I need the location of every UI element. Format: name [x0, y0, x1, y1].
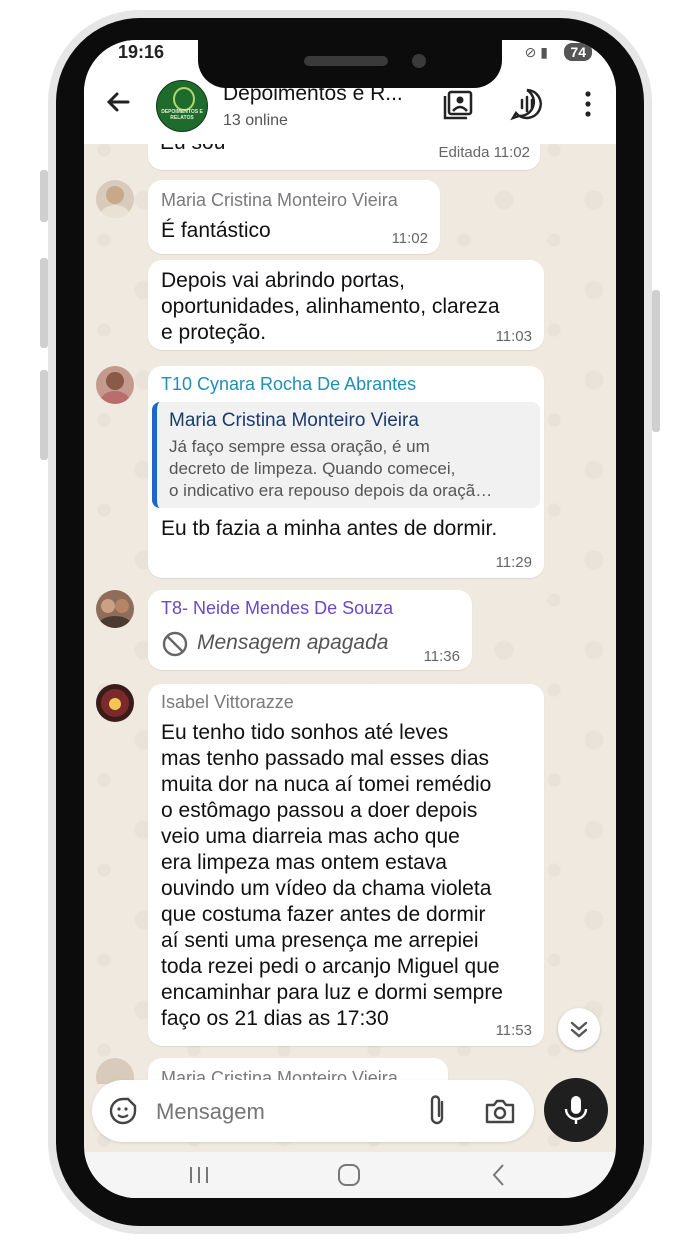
deleted-message-icon — [162, 631, 188, 657]
gallery-icon[interactable] — [441, 86, 477, 122]
speaker — [304, 56, 388, 66]
message-line: o estômago passou a doer depois — [161, 799, 478, 822]
message-line: ouvindo um vídeo da chama violeta — [161, 877, 492, 900]
more-options-icon[interactable] — [570, 86, 606, 122]
quoted-line: decreto de limpeza. Quando comecei, — [169, 459, 456, 478]
message-bubble-deleted[interactable]: T8- Neide Mendes De Souza Mensagem apaga… — [148, 590, 472, 670]
volume-down-button — [40, 370, 48, 460]
recent-apps-icon[interactable] — [184, 1164, 214, 1186]
front-camera — [412, 54, 426, 68]
screen: 19:16 ⊘ ▮ 74 DEPOIMENTOS E RELATOS Depoi… — [84, 40, 616, 1198]
message-line: que costuma fazer antes de dormir — [161, 903, 486, 926]
sender-name[interactable]: Maria Cristina Monteiro Vieira — [161, 190, 398, 211]
quoted-message[interactable]: Maria Cristina Monteiro Vieira Já faço s… — [152, 402, 540, 508]
battery-indicator: 74 — [564, 43, 592, 61]
message-time: 11:02 — [391, 230, 428, 247]
person-avatar-icon — [100, 186, 130, 218]
message-line: e proteção. — [161, 321, 267, 344]
message-text: É fantástico — [161, 219, 271, 242]
message-line: Eu tenho tido sonhos até leves — [161, 721, 449, 744]
back-arrow-icon[interactable] — [102, 86, 134, 118]
message-time: 11:53 — [495, 1022, 532, 1039]
tree-icon — [173, 87, 195, 111]
message-line: muita dor na nuca aí tomei remédio — [161, 773, 492, 796]
message-bubble[interactable]: Depois vai abrindo portas, oportunidades… — [148, 260, 544, 350]
voice-record-button[interactable] — [544, 1078, 608, 1142]
quoted-line: o indicativo era repouso depois da oraçã… — [169, 481, 493, 500]
avatar-neide[interactable] — [96, 590, 134, 628]
scroll-to-bottom-button[interactable] — [558, 1008, 600, 1050]
sticker-icon[interactable] — [108, 1096, 138, 1126]
quoted-author: Maria Cristina Monteiro Vieira — [169, 410, 419, 431]
double-chevron-down-icon — [570, 1021, 588, 1038]
message-line: toda rezei pedi o arcanjo Miguel que — [161, 955, 500, 978]
attach-icon[interactable] — [422, 1094, 452, 1128]
sender-name[interactable]: T8- Neide Mendes De Souza — [161, 598, 393, 619]
phone-button — [40, 170, 48, 222]
message-line: Depois vai abrindo portas, — [161, 269, 405, 292]
message-bubble-partial[interactable]: Eu sou Editada 11:02 — [148, 144, 540, 170]
message-bubble[interactable]: Maria Cristina Monteiro Vieira É fantást… — [148, 180, 440, 254]
back-nav-icon[interactable] — [486, 1162, 512, 1188]
notch — [198, 40, 502, 88]
person-avatar-icon — [100, 372, 130, 404]
person-avatar-icon — [101, 689, 129, 717]
message-line: mas tenho passado mal esses dias — [161, 747, 490, 770]
sender-name[interactable]: T10 Cynara Rocha De Abrantes — [161, 374, 416, 395]
message-composer — [92, 1080, 534, 1142]
voice-chat-icon[interactable] — [509, 86, 545, 122]
avatar-maria[interactable] — [96, 180, 134, 218]
message-line: aí senti uma presença me arrepiei — [161, 929, 479, 952]
message-line: encaminhar para luz e dormi sempre — [161, 981, 503, 1004]
message-line: veio uma diarreia mas acho que — [161, 825, 460, 848]
camera-icon[interactable] — [484, 1096, 516, 1126]
deleted-message-text: Mensagem apagada — [197, 631, 389, 654]
status-time: 19:16 — [118, 42, 165, 62]
message-text: Eu tb fazia a minha antes de dormir. — [161, 517, 498, 540]
signal-icons: ⊘ ▮ — [524, 44, 548, 60]
sender-name[interactable]: Isabel Vittorazze — [161, 692, 294, 713]
system-nav-bar — [84, 1152, 616, 1198]
home-icon[interactable] — [336, 1162, 362, 1188]
message-time: 11:36 — [423, 648, 460, 665]
message-line: era limpeza mas ontem estava — [161, 851, 447, 874]
message-bubble[interactable]: T10 Cynara Rocha De Abrantes Maria Crist… — [148, 366, 544, 578]
message-time: 11:03 — [495, 328, 532, 345]
quoted-line: Já faço sempre essa oração, é um — [169, 437, 430, 456]
power-button — [652, 290, 660, 432]
avatar-isabel[interactable] — [96, 684, 134, 722]
message-time: Editada 11:02 — [438, 144, 530, 161]
group-avatar[interactable]: DEPOIMENTOS E RELATOS — [156, 80, 208, 132]
message-bubble[interactable]: Isabel Vittorazze Eu tenho tido sonhos a… — [148, 684, 544, 1046]
volume-up-button — [40, 258, 48, 348]
message-input[interactable] — [154, 1094, 408, 1130]
group-avatar-text: DEPOIMENTOS E RELATOS — [161, 109, 203, 121]
online-count: 13 online — [223, 112, 288, 129]
message-line: oportunidades, alinhamento, clareza — [161, 295, 500, 318]
message-list[interactable]: Eu sou Editada 11:02 Maria Cristina Mont… — [84, 144, 616, 1084]
message-line: faço os 21 dias as 17:30 — [161, 1007, 389, 1030]
message-text: Eu sou — [160, 144, 225, 156]
avatar-cynara[interactable] — [96, 366, 134, 404]
person-avatar-icon — [98, 599, 132, 628]
message-time: 11:29 — [495, 554, 532, 571]
microphone-icon — [564, 1096, 588, 1124]
